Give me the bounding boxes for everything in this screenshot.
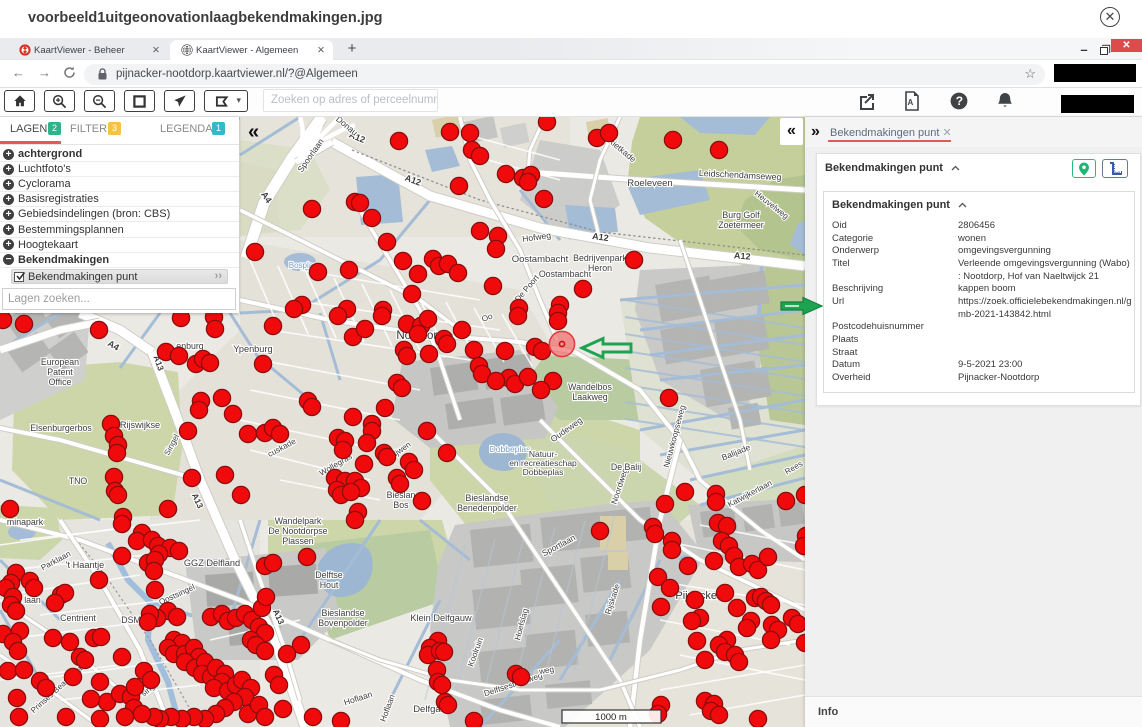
svg-text:Office: Office <box>49 377 72 387</box>
svg-text:A12: A12 <box>734 250 751 261</box>
svg-text:GGZ Delfland: GGZ Delfland <box>184 558 240 568</box>
svg-text:Wandelpark: Wandelpark <box>275 516 322 526</box>
svg-text:Bedrijvenpark: Bedrijvenpark <box>573 253 627 263</box>
svg-text:Wandelbos: Wandelbos <box>568 382 612 392</box>
svg-text:Ypenburg: Ypenburg <box>233 344 272 354</box>
svg-text:Zoetermeer: Zoetermeer <box>718 220 764 230</box>
svg-text:Klein Delfgauw: Klein Delfgauw <box>410 613 472 623</box>
svg-text:Oostambacht: Oostambacht <box>512 254 569 265</box>
svg-text:Bieslandse: Bieslandse <box>321 608 364 618</box>
svg-text:Delftse: Delftse <box>315 570 342 580</box>
svg-text:Laakweg: Laakweg <box>572 392 607 402</box>
svg-text:Bovenpolder: Bovenpolder <box>318 618 367 628</box>
svg-text:Bos: Bos <box>393 500 409 510</box>
svg-text:Plassen: Plassen <box>282 536 313 546</box>
svg-text:Oostambacht: Oostambacht <box>539 269 592 279</box>
svg-text:'t Haantje: 't Haantje <box>66 560 105 570</box>
svg-text:DSM: DSM <box>121 615 141 625</box>
svg-text:Benedenpolder: Benedenpolder <box>457 503 517 513</box>
svg-text:Dobbeplas: Dobbeplas <box>523 467 564 477</box>
svg-text:Dobbeplas: Dobbeplas <box>490 444 531 454</box>
svg-text:De Balij: De Balij <box>611 462 641 472</box>
svg-text:minapark: minapark <box>7 517 44 527</box>
svg-text:Heron: Heron <box>588 263 612 273</box>
svg-text:Hout: Hout <box>320 580 339 590</box>
svg-text:Bieslandse: Bieslandse <box>465 493 508 503</box>
svg-text:A: A <box>908 98 914 107</box>
svg-text:European: European <box>41 357 79 367</box>
svg-text:Patent: Patent <box>47 367 73 377</box>
svg-text:Rijswijkse: Rijswijkse <box>120 420 160 430</box>
svg-text:De Nootdorpse: De Nootdorpse <box>268 526 327 536</box>
svg-text:Elsenburgerbos: Elsenburgerbos <box>30 423 92 433</box>
svg-text:Centrient: Centrient <box>60 613 96 623</box>
svg-text:1000 m: 1000 m <box>595 712 627 723</box>
svg-text:?: ? <box>956 94 963 108</box>
svg-text:Roeleveen: Roeleveen <box>627 178 672 189</box>
svg-text:Burg Golf: Burg Golf <box>722 210 760 220</box>
svg-text:TNO: TNO <box>69 476 88 486</box>
